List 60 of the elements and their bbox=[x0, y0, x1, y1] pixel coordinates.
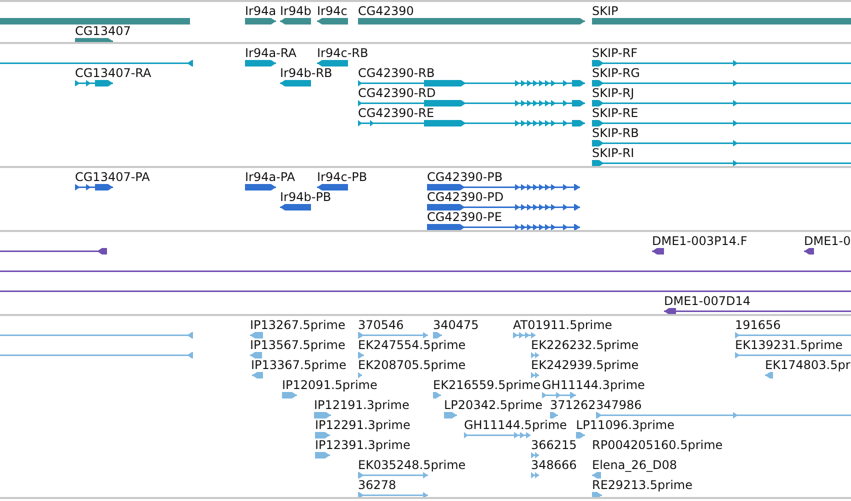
feature-label: Ir94c bbox=[317, 5, 348, 18]
feature-label: CG42390-PB bbox=[427, 171, 503, 184]
feature-label: CG13407-PA bbox=[75, 171, 150, 184]
feature-label: Ir94b-RB bbox=[280, 67, 332, 80]
feature-label: AT01911.5prime bbox=[513, 319, 612, 332]
feature-label: LP20342.5prime bbox=[444, 399, 543, 412]
feature-label: IP13367.5prime bbox=[251, 359, 346, 372]
feature-label: RP004205160.5prime bbox=[592, 439, 723, 452]
feature-label: 348666 bbox=[531, 459, 577, 472]
feature-label: 191656 bbox=[735, 319, 781, 332]
feature-label: SKIP-RI bbox=[592, 147, 634, 160]
feature-label: CG13407 bbox=[75, 25, 131, 38]
feature-label: Ir94a bbox=[245, 5, 276, 18]
feature-label: LP11096.3prime bbox=[576, 419, 675, 432]
feature-label: Ir94a-PA bbox=[245, 171, 296, 184]
feature-label: 36278 bbox=[358, 479, 396, 492]
feature-label: IP13567.5prime bbox=[250, 339, 346, 352]
feature-label: SKIP-RB bbox=[592, 127, 639, 140]
feature-label: EK247554.5prime bbox=[358, 339, 466, 352]
feature-label: CG13407-RA bbox=[75, 67, 152, 80]
feature-label: CG42390-RB bbox=[358, 67, 435, 80]
feature-label: EK242939.5prime bbox=[531, 359, 639, 372]
feature-label: Ir94b-PB bbox=[280, 191, 332, 204]
feature-label: EK174803.5pr bbox=[765, 359, 850, 372]
feature-label: CG42390-PD bbox=[427, 191, 504, 204]
feature-label: SKIP-RF bbox=[592, 47, 638, 60]
feature-label: IP12091.5prime bbox=[282, 379, 378, 392]
feature-label: SKIP bbox=[592, 5, 618, 18]
feature-label: IP13267.5prime bbox=[250, 319, 346, 332]
feature-label: CG42390 bbox=[358, 5, 414, 18]
feature-label: EK208705.5prime bbox=[358, 359, 466, 372]
feature-label: GH11144.5prime bbox=[464, 419, 567, 432]
feature-label: GH11144.3prime bbox=[542, 379, 645, 392]
feature-label: EK216559.5prime bbox=[433, 379, 541, 392]
feature-label: Ir94a-RA bbox=[245, 47, 296, 60]
feature-label: DME1-003P14.F bbox=[652, 235, 748, 248]
feature-label: CG42390-PE bbox=[427, 211, 502, 224]
feature-label: 347986 bbox=[596, 399, 642, 412]
feature-label: Ir94b bbox=[280, 5, 312, 18]
feature-label: IP12191.3prime bbox=[314, 399, 410, 412]
feature-label: CG42390-RE bbox=[358, 107, 434, 120]
feature-label: DME1-007D14 bbox=[664, 295, 751, 308]
feature-label: Ir94c-RB bbox=[317, 47, 368, 60]
feature-label: 340475 bbox=[433, 319, 479, 332]
feature-label: SKIP-RG bbox=[592, 67, 640, 80]
feature-label: IP12391.3prime bbox=[315, 439, 410, 452]
feature-label: Elena_26_D08 bbox=[592, 459, 678, 472]
feature-label: EK035248.5prime bbox=[358, 459, 466, 472]
feature-label: EK226232.5prime bbox=[531, 339, 639, 352]
feature-label: SKIP-RJ bbox=[592, 87, 634, 100]
feature-label: SKIP-RE bbox=[592, 107, 638, 120]
feature-label: 366215 bbox=[531, 439, 577, 452]
feature-label: EK139231.5prime bbox=[735, 339, 843, 352]
feature-label: IP12291.3prime bbox=[315, 419, 410, 432]
feature-label: 371262 bbox=[550, 399, 596, 412]
feature-label: Ir94c-PB bbox=[317, 171, 368, 184]
feature-label: 370546 bbox=[358, 319, 404, 332]
feature-label: RE29213.5prime bbox=[592, 479, 692, 492]
feature-label: DME1-0 bbox=[804, 235, 851, 248]
feature-label: CG42390-RD bbox=[358, 87, 436, 100]
